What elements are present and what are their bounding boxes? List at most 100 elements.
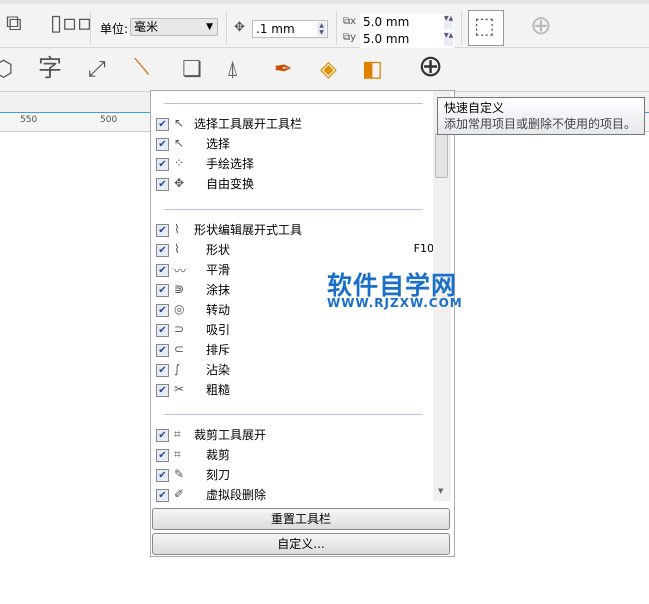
spinner[interactable]: ▲ ▼: [317, 22, 326, 36]
shortcut: F10: [413, 242, 433, 255]
copy-pages-icon[interactable]: ⧉: [6, 12, 22, 36]
tool-label: 排斥: [206, 343, 231, 357]
tool-label: 虚拟段删除: [206, 488, 267, 502]
tool-label: 选择工具展开工具栏: [194, 117, 303, 131]
tool-list-item[interactable]: ✔ ↖ 选择工具展开工具栏: [156, 116, 426, 134]
tool-icon: ⁘: [174, 156, 185, 170]
tool-icon: ⌇: [174, 222, 180, 236]
treat-as-filled-button[interactable]: ⬚: [468, 10, 504, 46]
tool-icon: ◎: [174, 302, 185, 316]
select-frame-icon: ⬚: [474, 14, 495, 39]
tool-icon: ↖: [174, 136, 185, 150]
eyedropper-icon[interactable]: ✒: [274, 58, 292, 82]
quick-customize-button[interactable]: ⊕: [418, 52, 443, 82]
checkbox[interactable]: ✔: [156, 429, 169, 442]
tool-label: 裁剪: [206, 448, 231, 462]
tooltip-text: 添加常用项目或删除不使用的项目。: [444, 117, 637, 131]
tool-list-item[interactable]: ✔ ⊂ 排斥: [156, 342, 426, 360]
tool-icon: ∫: [174, 362, 181, 376]
tool-icon: ⌇: [174, 242, 180, 256]
tooltip-title: 快速自定义: [444, 101, 505, 115]
quick-customize-dropdown: ✔ ↖ 选择工具展开工具栏 ✔ ↖ 选择 ✔ ⁘ 手绘选择 ✔ ✥ 自由变换 ✔ ⌇ 形状编辑展开式工具 ✔ ⌇…: [150, 90, 455, 557]
tool-icon: ✐: [174, 487, 185, 501]
group-separator: [164, 209, 423, 210]
spinner[interactable]: ▼▲: [444, 32, 453, 46]
group-separator: [164, 414, 423, 415]
drop-shadow-icon[interactable]: ❏: [182, 58, 202, 82]
ruler-tick: 500: [100, 115, 118, 125]
outline-fill-icon[interactable]: ◧: [362, 58, 383, 82]
checkbox[interactable]: ✔: [156, 344, 169, 357]
tool-list-item[interactable]: ✔ ✥ 自由变换: [156, 176, 426, 194]
connector-tool-icon[interactable]: ⟍: [134, 56, 149, 80]
dimension-tool-icon[interactable]: ⤢: [88, 58, 106, 82]
tool-icon: ↖: [174, 116, 185, 130]
tool-label: 涂抹: [206, 283, 231, 297]
property-bar: ⧉ ▯▫▫ 单位: 毫米 ▼ ✥ .1 mm ▲ ▼ ⧉x ⧉y 5.0 mm ▼▲ 5…: [0, 0, 649, 49]
tool-list-item[interactable]: ✔ ∫ 沾染: [156, 362, 426, 380]
spinner[interactable]: ▼▲: [444, 15, 453, 29]
unit-value: 毫米: [134, 20, 159, 34]
checkbox[interactable]: ✔: [156, 224, 169, 237]
tool-list-item[interactable]: ✔ ⌇ 形状编辑展开式工具: [156, 222, 426, 240]
toolbox: ⬡ 字 ⤢ ⟍ ❏ ⍋ ✒ ◈ ◧ ⊕: [0, 48, 649, 92]
tool-icon: ✥: [174, 176, 185, 190]
dup-x-input[interactable]: 5.0 mm ▼▲: [360, 14, 454, 32]
checkbox[interactable]: ✔: [156, 158, 169, 171]
chevron-down-icon: ▼: [206, 22, 213, 32]
tool-list-item[interactable]: ✔ ⌗ 裁剪工具展开: [156, 427, 426, 445]
checkbox[interactable]: ✔: [156, 384, 169, 397]
reset-toolbar-button[interactable]: 重置工具栏: [152, 508, 450, 530]
dup-y-input[interactable]: 5.0 mm ▼▲: [360, 31, 454, 49]
checkbox[interactable]: ✔: [156, 449, 169, 462]
align-icon[interactable]: ▯▫▫: [50, 12, 92, 36]
watermark-url: WWW.RJZXW.COM: [327, 296, 463, 310]
checkbox[interactable]: ✔: [156, 284, 169, 297]
checkbox[interactable]: ✔: [156, 138, 169, 151]
fill-icon[interactable]: ◈: [320, 58, 337, 82]
unit-select[interactable]: 毫米 ▼: [130, 18, 218, 36]
checkbox[interactable]: ✔: [156, 364, 169, 377]
checkbox[interactable]: ✔: [156, 244, 169, 257]
add-icon[interactable]: ⊕: [530, 13, 552, 39]
checkbox[interactable]: ✔: [156, 178, 169, 191]
tool-label: 粗糙: [206, 383, 231, 397]
checkbox[interactable]: ✔: [156, 324, 169, 337]
checkbox[interactable]: ✔: [156, 469, 169, 482]
dup-x-icon: ⧉x: [343, 16, 357, 27]
tool-icon: ✂: [174, 382, 185, 396]
unit-label: 单位:: [100, 22, 129, 36]
tool-list-item[interactable]: ✔ ⌇ 形状 F10: [156, 242, 433, 260]
tool-icon: 〰: [174, 264, 187, 278]
tool-list-item[interactable]: ✔ ✎ 刻刀: [156, 467, 426, 485]
tool-icon: ⌗: [174, 447, 181, 461]
scrollbar-thumb[interactable]: [435, 133, 448, 178]
checkbox[interactable]: ✔: [156, 304, 169, 317]
nudge-input[interactable]: .1 mm ▲ ▼: [252, 20, 328, 38]
checkbox[interactable]: ✔: [156, 118, 169, 131]
text-tool-icon[interactable]: 字: [38, 56, 62, 80]
group-separator: [164, 103, 423, 104]
tool-label: 手绘选择: [206, 157, 255, 171]
transparency-icon[interactable]: ⍋: [226, 58, 239, 82]
tool-list-item[interactable]: ✔ ⊃ 吸引: [156, 322, 426, 340]
tool-list-item[interactable]: ✔ ✐ 虚拟段删除: [156, 487, 426, 503]
tool-label: 转动: [206, 303, 231, 317]
tool-label: 吸引: [206, 323, 231, 337]
tool-list-item[interactable]: ✔ ✂ 粗糙: [156, 382, 426, 400]
tool-list-item[interactable]: ✔ ⁘ 手绘选择: [156, 156, 426, 174]
tool-label: 平滑: [206, 263, 231, 277]
tool-list-item[interactable]: ✔ ⌗ 裁剪: [156, 447, 426, 465]
tool-label: 裁剪工具展开: [194, 428, 267, 442]
checkbox[interactable]: ✔: [156, 264, 169, 277]
customize-button[interactable]: 自定义...: [152, 533, 450, 555]
tool-list-item[interactable]: ✔ ↖ 选择: [156, 136, 426, 154]
scroll-down-icon[interactable]: ▼: [438, 487, 443, 495]
tool-label: 形状编辑展开式工具: [194, 223, 303, 237]
tool-label: 选择: [206, 137, 231, 151]
checkbox[interactable]: ✔: [156, 489, 169, 502]
dup-y-icon: ⧉y: [343, 32, 357, 43]
polygon-tool-icon[interactable]: ⬡: [0, 58, 13, 82]
ruler-tick: 550: [20, 115, 38, 125]
tool-icon: ✎: [174, 467, 185, 481]
